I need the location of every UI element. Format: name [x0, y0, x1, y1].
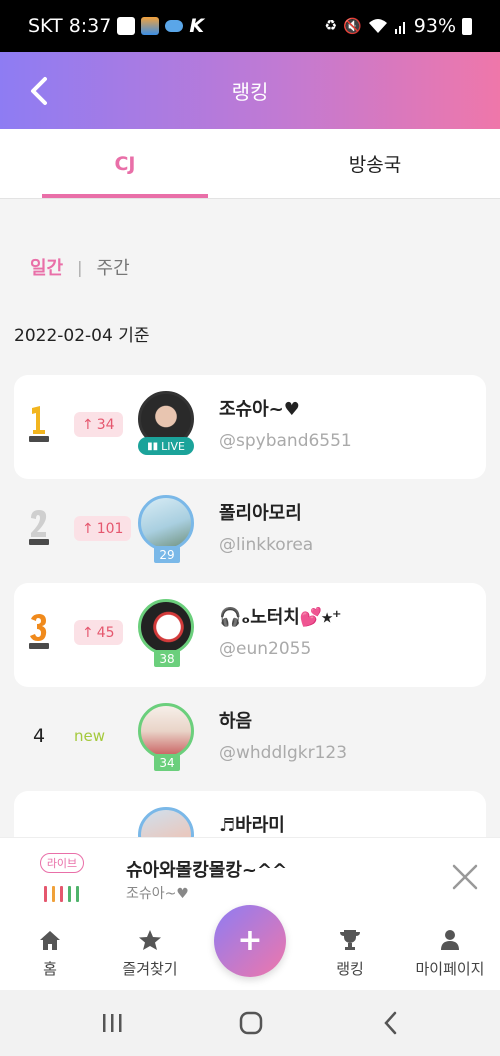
recent-apps-button[interactable] — [97, 1010, 127, 1036]
add-button[interactable]: + — [214, 905, 286, 977]
arrow-up-icon: ↑ — [82, 624, 94, 641]
back-system-button[interactable] — [376, 1010, 406, 1036]
user-handle: @spyband6551 — [219, 431, 352, 451]
level-badge: 38 — [154, 650, 180, 667]
equalizer-icon — [44, 886, 79, 902]
player-title: 슈아와몰캉몰캉~^^ — [126, 860, 288, 881]
period-daily[interactable]: 일간 — [30, 254, 63, 280]
level-badge: 29 — [154, 546, 180, 563]
back-chevron-icon — [384, 1011, 397, 1035]
rank-new-label: new — [74, 727, 106, 745]
user-name: 폴리아모리 — [219, 503, 302, 524]
battery-icon — [462, 17, 472, 35]
page-title: 랭킹 — [231, 80, 269, 104]
avatar[interactable] — [138, 703, 194, 759]
notification-app-icon — [141, 17, 160, 35]
tab-cj[interactable]: CJ — [0, 129, 250, 198]
period-weekly[interactable]: 주간 — [97, 254, 130, 280]
close-icon — [452, 864, 478, 890]
ranking-date: 2022-02-04 기준 — [14, 326, 150, 346]
user-name: 🎧ₒ노터치💕⭑⁺ — [219, 607, 342, 628]
ranking-item[interactable]: ↑ 34 ▮▮ LIVE 조슈아~♥ @spyband6551 — [14, 375, 486, 479]
battery-saver-icon: ♻ — [324, 18, 338, 34]
recent-apps-icon — [103, 1014, 122, 1032]
nav-favorites[interactable]: 즐겨찾기 — [100, 929, 200, 979]
notification-car-icon — [165, 20, 184, 32]
notification-k-icon: K — [189, 15, 205, 37]
home-system-button[interactable] — [236, 1010, 266, 1036]
rank-change-badge: ↑ 34 — [74, 412, 123, 437]
nav-mypage[interactable]: 마이페이지 — [400, 929, 500, 979]
ranking-item[interactable]: ↑ 45 38 🎧ₒ노터치💕⭑⁺ @eun2055 — [14, 583, 486, 687]
rank-change-badge: ↑ 45 — [74, 620, 123, 645]
user-handle: @linkkorea — [219, 535, 314, 555]
back-button[interactable] — [22, 74, 56, 108]
live-badge: ▮▮ LIVE — [138, 437, 194, 455]
bronze-trophy-icon — [24, 607, 54, 657]
arrow-up-icon: ↑ — [82, 520, 94, 537]
level-badge: 34 — [154, 754, 180, 771]
ranking-item[interactable]: 4 new 34 하음 @whddlgkr123 — [14, 687, 486, 791]
trophy-icon — [338, 929, 362, 951]
mute-icon: 🔇 — [343, 17, 362, 35]
period-toggle: 일간 | 주간 — [30, 254, 130, 280]
rank-change-badge: ↑ 101 — [74, 516, 132, 541]
user-handle: @eun2055 — [219, 639, 312, 659]
period-separator: | — [77, 257, 83, 277]
rank-number: 4 — [32, 725, 46, 747]
tab-station[interactable]: 방송국 — [250, 129, 500, 198]
mini-player[interactable]: 라이브 슈아와몰캉몰캉~^^ 조슈아~♥ — [0, 837, 500, 913]
battery-percent: 93% — [413, 15, 456, 37]
signal-icon — [394, 22, 405, 34]
app-header: 랭킹 — [0, 52, 500, 129]
person-icon — [438, 929, 462, 951]
home-icon — [38, 929, 62, 951]
avatar[interactable] — [138, 599, 194, 655]
player-subtitle: 조슈아~♥ — [126, 886, 189, 902]
ranking-tabs: CJ 방송국 — [0, 129, 500, 199]
user-handle: @whddlgkr123 — [219, 743, 348, 763]
nav-home[interactable]: 홈 — [0, 929, 100, 979]
gold-trophy-icon — [24, 399, 54, 449]
arrow-up-icon: ↑ — [82, 416, 94, 433]
chevron-left-icon — [31, 77, 47, 105]
silver-trophy-icon — [24, 503, 54, 553]
user-name: ♬바라미 — [219, 815, 285, 836]
home-circle-icon — [239, 1011, 263, 1035]
star-icon — [138, 929, 162, 951]
live-bars-icon: ▮▮ — [147, 440, 159, 452]
notification-s-icon — [117, 17, 136, 35]
bottom-nav: 홈 즐겨찾기 + 랭킹 마이페이지 — [0, 905, 500, 990]
nav-ranking[interactable]: 랭킹 — [300, 929, 400, 979]
status-bar: SKT 8:37 K ♻ 🔇 93% — [0, 0, 500, 52]
plus-icon: + — [237, 923, 263, 958]
user-name: 하음 — [219, 711, 253, 732]
close-player-button[interactable] — [448, 860, 482, 894]
avatar[interactable] — [138, 495, 194, 551]
live-tag: 라이브 — [40, 853, 84, 873]
user-name: 조슈아~♥ — [219, 399, 300, 420]
ranking-item[interactable]: ↑ 101 29 폴리아모리 @linkkorea — [14, 479, 486, 583]
status-time: SKT 8:37 — [28, 15, 112, 37]
wifi-icon — [368, 19, 387, 33]
system-nav-bar — [0, 990, 500, 1056]
